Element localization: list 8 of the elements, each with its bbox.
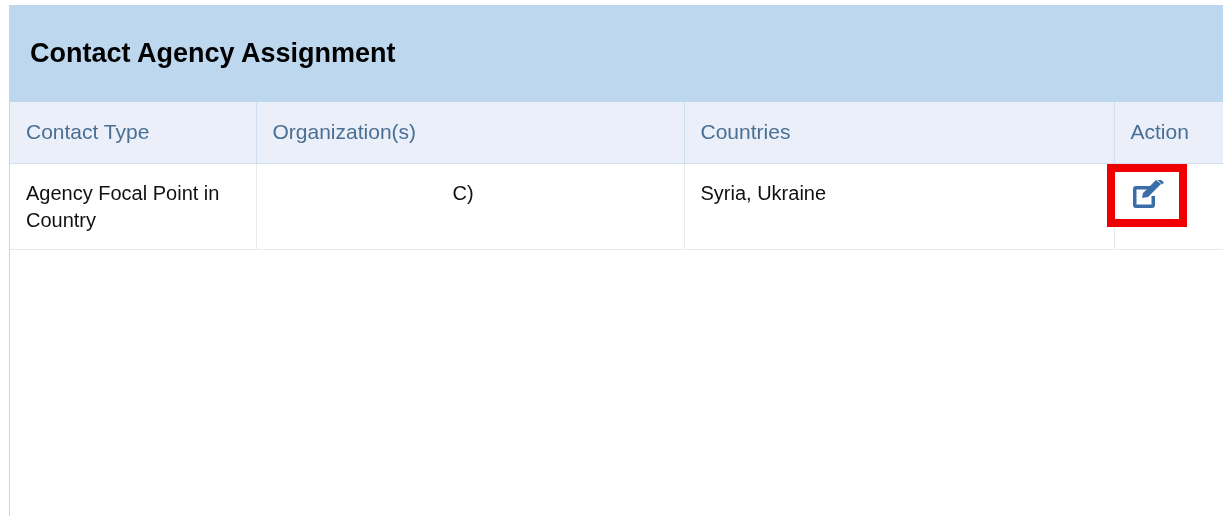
table-cell: Syria, Ukraine	[684, 163, 1114, 249]
column-header: Contact Type	[10, 102, 256, 163]
panel-title: Contact Agency Assignment	[30, 38, 396, 69]
table-cell: Agency Focal Point in Country	[10, 163, 256, 249]
column-header: Countries	[684, 102, 1114, 163]
column-header: Organization(s)	[256, 102, 684, 163]
column-header: Action	[1114, 102, 1223, 163]
table-cell: C)	[256, 163, 684, 249]
